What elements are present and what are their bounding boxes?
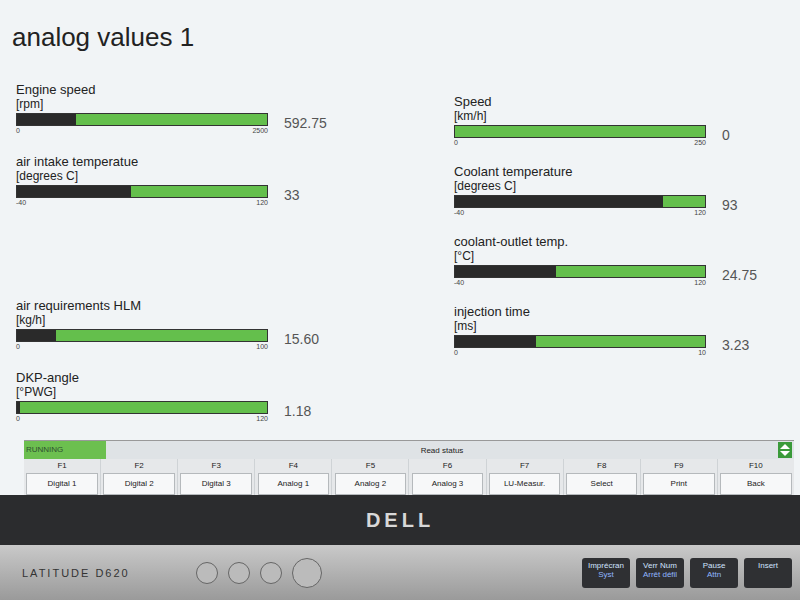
- gauge-bar: [16, 329, 268, 342]
- gauge-max: 120: [256, 414, 268, 423]
- gauge-bar: [454, 125, 706, 138]
- gauge-label: DKP-angle: [16, 370, 436, 385]
- gauge: Coolant temperature [degrees C] -40 120 …: [454, 164, 757, 228]
- keyboard-key[interactable]: Insert: [744, 558, 792, 588]
- gauge-fill: [17, 402, 20, 413]
- status-state: RUNNING: [24, 441, 106, 459]
- gauge-unit: [°C]: [454, 249, 757, 263]
- gauge-max: 10: [698, 348, 706, 357]
- gauge-max: 250: [694, 138, 706, 147]
- gauge-bar: [16, 185, 268, 198]
- gauge-min: 0: [16, 342, 20, 351]
- gauge-min: -40: [454, 278, 464, 287]
- gauge-max: 100: [256, 342, 268, 351]
- gauge-unit: [ms]: [454, 319, 757, 333]
- function-key[interactable]: F6 Analog 3: [409, 459, 485, 495]
- media-buttons: [196, 558, 322, 588]
- function-key[interactable]: F3 Digital 3: [178, 459, 254, 495]
- power-button-icon[interactable]: [292, 558, 322, 588]
- gauge-label: Coolant temperature: [454, 164, 757, 179]
- gauge: coolant-outlet temp. [°C] -40 120 24.75: [454, 234, 757, 298]
- gauge-value: 93: [722, 195, 738, 213]
- gauge-value: 0: [722, 125, 730, 143]
- gauge-bar: [16, 113, 268, 126]
- gauge-unit: [kg/h]: [16, 313, 436, 327]
- function-key[interactable]: F2 Digital 2: [101, 459, 177, 495]
- gauge-unit: [degrees C]: [16, 169, 436, 183]
- gauge-unit: [degrees C]: [454, 179, 757, 193]
- gauge-bar: [454, 265, 706, 278]
- model-label: LATITUDE D620: [22, 567, 172, 579]
- status-bar: RUNNING Read status: [24, 440, 794, 459]
- gauge: DKP-angle [°PWG] 0 120 1.18: [16, 370, 436, 434]
- gauge-unit: [km/h]: [454, 109, 757, 123]
- gauge: injection time [ms] 0 10 3.23: [454, 304, 757, 368]
- gauge-max: 2500: [252, 126, 268, 135]
- gauge-fill: [455, 196, 663, 207]
- gauge-label: air requirements HLM: [16, 298, 436, 313]
- function-key[interactable]: F9 Print: [641, 459, 717, 495]
- gauge-unit: [°PWG]: [16, 385, 436, 399]
- gauge-unit: [rpm]: [16, 97, 436, 111]
- scroll-arrows-icon[interactable]: [778, 442, 792, 458]
- keyboard-key[interactable]: Pause Attn: [690, 558, 738, 588]
- gauge-label: injection time: [454, 304, 757, 319]
- gauge-bar: [454, 195, 706, 208]
- gauge-bar: [454, 335, 706, 348]
- gauge-fill: [17, 330, 56, 341]
- dell-logo: DELL: [366, 509, 434, 532]
- left-column: Engine speed [rpm] 0 2500 592.75 air inta…: [16, 56, 436, 440]
- function-key[interactable]: F5 Analog 2: [332, 459, 408, 495]
- gauge-max: 120: [694, 208, 706, 217]
- laptop-bezel: DELL: [0, 495, 800, 545]
- volume-down-icon[interactable]: [196, 562, 218, 584]
- function-key[interactable]: F4 Analog 1: [255, 459, 331, 495]
- gauge-label: Speed: [454, 94, 757, 109]
- gauge-fill: [17, 186, 131, 197]
- gauge-value: 1.18: [284, 401, 311, 419]
- gauge-min: -40: [454, 208, 464, 217]
- gauge-fill: [455, 266, 556, 277]
- gauge-label: air intake temperatue: [16, 154, 436, 169]
- gauge: Speed [km/h] 0 250 0: [454, 94, 757, 158]
- keyboard-key[interactable]: Verr Num Arrêt défil: [636, 558, 684, 588]
- gauge-label: Engine speed: [16, 82, 436, 97]
- gauge-min: 0: [16, 126, 20, 135]
- function-key[interactable]: F7 LU-Measur.: [487, 459, 563, 495]
- volume-up-icon[interactable]: [228, 562, 250, 584]
- photo: analog values 1 Engine speed [rpm] 0 250…: [0, 0, 800, 600]
- gauge-min: 0: [454, 138, 458, 147]
- keyboard-key[interactable]: Imprécran Syst: [582, 558, 630, 588]
- gauge-max: 120: [256, 198, 268, 207]
- gauge-value: 592.75: [284, 113, 327, 131]
- status-message: Read status: [106, 446, 778, 455]
- gauge: air intake temperatue [degrees C] -40 12…: [16, 154, 436, 218]
- gauge: Engine speed [rpm] 0 2500 592.75: [16, 82, 436, 146]
- gauge-value: 15.60: [284, 329, 319, 347]
- gauge-max: 120: [694, 278, 706, 287]
- laptop-deck: LATITUDE D620 Imprécran SystVerr Num Arr…: [0, 545, 800, 600]
- right-column: Speed [km/h] 0 250 0Coolant temperature …: [436, 56, 757, 440]
- gauge-min: 0: [16, 414, 20, 423]
- gauge-value: 3.23: [722, 335, 749, 353]
- function-key[interactable]: F10 Back: [718, 459, 794, 495]
- function-key[interactable]: F8 Select: [564, 459, 640, 495]
- gauge-bar: [16, 401, 268, 414]
- function-key[interactable]: F1 Digital 1: [24, 459, 100, 495]
- gauge: air requirements HLM [kg/h] 0 100 15.60: [16, 298, 436, 362]
- gauge-min: 0: [454, 348, 458, 357]
- mute-icon[interactable]: [260, 562, 282, 584]
- gauge-fill: [17, 114, 76, 125]
- gauge-value: 33: [284, 185, 300, 203]
- gauge-min: -40: [16, 198, 26, 207]
- window-title: analog values 1: [0, 0, 800, 56]
- gauge-label: coolant-outlet temp.: [454, 234, 757, 249]
- function-key-bar: F1 Digital 1F2 Digital 2F3 Digital 3F4 A…: [24, 459, 794, 495]
- gauge-value: 24.75: [722, 265, 757, 283]
- gauge-fill: [455, 336, 536, 347]
- screen: analog values 1 Engine speed [rpm] 0 250…: [0, 0, 800, 495]
